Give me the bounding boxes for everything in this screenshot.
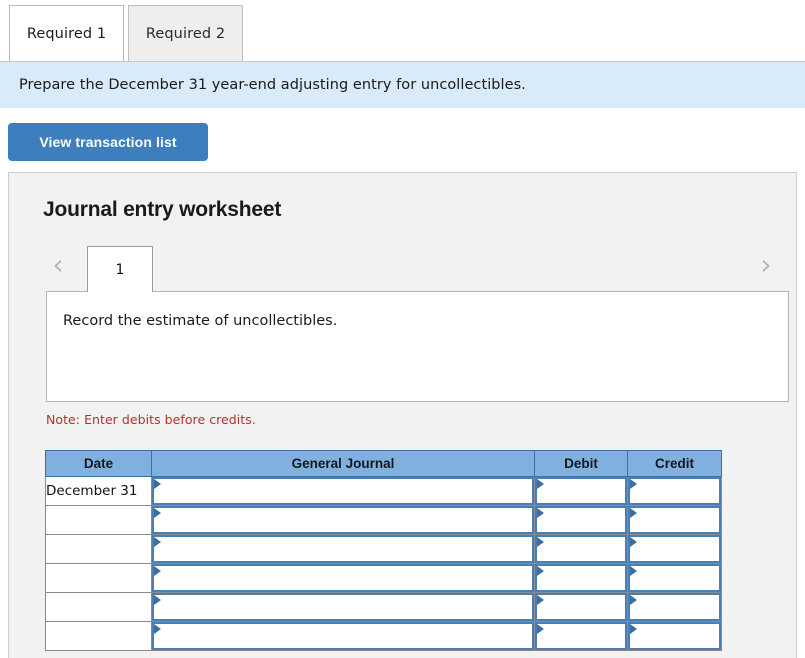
debit-input[interactable]	[545, 537, 624, 561]
credit-input[interactable]	[638, 566, 718, 590]
account-input[interactable]	[162, 595, 531, 619]
cell-debit-box	[535, 535, 627, 563]
table-row	[45, 534, 722, 564]
cell-debit-box	[535, 564, 627, 592]
cell-credit	[627, 476, 722, 506]
tab-required-2-label: Required 2	[145, 25, 226, 42]
credit-input[interactable]	[638, 479, 718, 503]
cell-general-journal	[151, 621, 535, 651]
tab-required-1[interactable]: Required 1	[9, 5, 124, 61]
table-header-row: Date General Journal Debit Credit	[45, 450, 722, 477]
cell-credit-box	[628, 477, 721, 505]
cell-date[interactable]	[45, 621, 152, 651]
cell-general-journal-box	[152, 477, 534, 505]
cell-general-journal-box	[152, 564, 534, 592]
account-input[interactable]	[162, 566, 531, 590]
cell-credit-box	[628, 593, 721, 621]
chevron-right-icon[interactable]: ›	[753, 251, 779, 281]
credit-input[interactable]	[638, 508, 718, 532]
page-title: Journal entry worksheet	[43, 198, 282, 221]
table-row	[45, 505, 722, 535]
worksheet-entry-tab-1-label: 1	[115, 261, 125, 278]
cell-debit	[534, 505, 628, 535]
cell-date[interactable]	[45, 592, 152, 622]
cell-general-journal	[151, 505, 535, 535]
debits-before-credits-note: Note: Enter debits before credits.	[46, 412, 256, 427]
table-row	[45, 592, 722, 622]
cell-date[interactable]	[45, 505, 152, 535]
instruction-banner: Prepare the December 31 year-end adjusti…	[0, 62, 805, 108]
cell-general-journal	[151, 563, 535, 593]
cell-credit	[627, 621, 722, 651]
chevron-left-icon[interactable]: ‹	[45, 251, 71, 281]
cell-debit	[534, 476, 628, 506]
cell-debit	[534, 563, 628, 593]
cell-credit	[627, 563, 722, 593]
cell-date[interactable]	[45, 534, 152, 564]
instruction-text: Prepare the December 31 year-end adjusti…	[19, 77, 526, 93]
column-header-credit: Credit	[627, 450, 722, 477]
account-input[interactable]	[162, 537, 531, 561]
cell-debit	[534, 592, 628, 622]
required-tabstrip: Required 1 Required 2	[0, 0, 805, 62]
journal-entry-worksheet-panel: Journal entry worksheet ‹ 1 › Record the…	[8, 172, 797, 658]
cell-general-journal	[151, 592, 535, 622]
cell-credit-box	[628, 535, 721, 563]
cell-credit-box	[628, 622, 721, 650]
column-header-date: Date	[45, 450, 152, 477]
entry-description-text: Record the estimate of uncollectibles.	[63, 313, 338, 329]
debit-input[interactable]	[545, 595, 624, 619]
cell-debit-box	[535, 622, 627, 650]
cell-general-journal	[151, 534, 535, 564]
debit-input[interactable]	[545, 479, 624, 503]
column-header-general-journal: General Journal	[151, 450, 535, 477]
worksheet-entry-tab-1[interactable]: 1	[87, 246, 153, 292]
credit-input[interactable]	[638, 537, 718, 561]
cell-general-journal-box	[152, 622, 534, 650]
table-row	[45, 621, 722, 651]
table-row	[45, 563, 722, 593]
tab-required-2[interactable]: Required 2	[128, 5, 243, 61]
worksheet-entry-nav: ‹ 1 ›	[9, 241, 798, 292]
credit-input[interactable]	[638, 595, 718, 619]
cell-general-journal	[151, 476, 535, 506]
cell-debit-box	[535, 506, 627, 534]
credit-input[interactable]	[638, 624, 718, 648]
account-input[interactable]	[162, 508, 531, 532]
account-input[interactable]	[162, 624, 531, 648]
debit-input[interactable]	[545, 624, 624, 648]
journal-entry-table: Date General Journal Debit Credit Decemb…	[45, 450, 722, 651]
cell-credit-box	[628, 564, 721, 592]
cell-credit	[627, 505, 722, 535]
account-input[interactable]	[162, 479, 531, 503]
debit-input[interactable]	[545, 566, 624, 590]
entry-description-box: Record the estimate of uncollectibles.	[46, 291, 789, 402]
cell-credit-box	[628, 506, 721, 534]
cell-debit-box	[535, 477, 627, 505]
column-header-debit: Debit	[534, 450, 628, 477]
cell-credit	[627, 592, 722, 622]
cell-credit	[627, 534, 722, 564]
tab-required-1-label: Required 1	[26, 25, 107, 42]
cell-general-journal-box	[152, 535, 534, 563]
debit-input[interactable]	[545, 508, 624, 532]
cell-general-journal-box	[152, 506, 534, 534]
cell-date[interactable]: December 31	[45, 476, 152, 506]
cell-debit-box	[535, 593, 627, 621]
cell-date[interactable]	[45, 563, 152, 593]
cell-debit	[534, 621, 628, 651]
view-transaction-list-button[interactable]: View transaction list	[8, 123, 208, 161]
cell-debit	[534, 534, 628, 564]
table-row: December 31	[45, 476, 722, 506]
cell-general-journal-box	[152, 593, 534, 621]
